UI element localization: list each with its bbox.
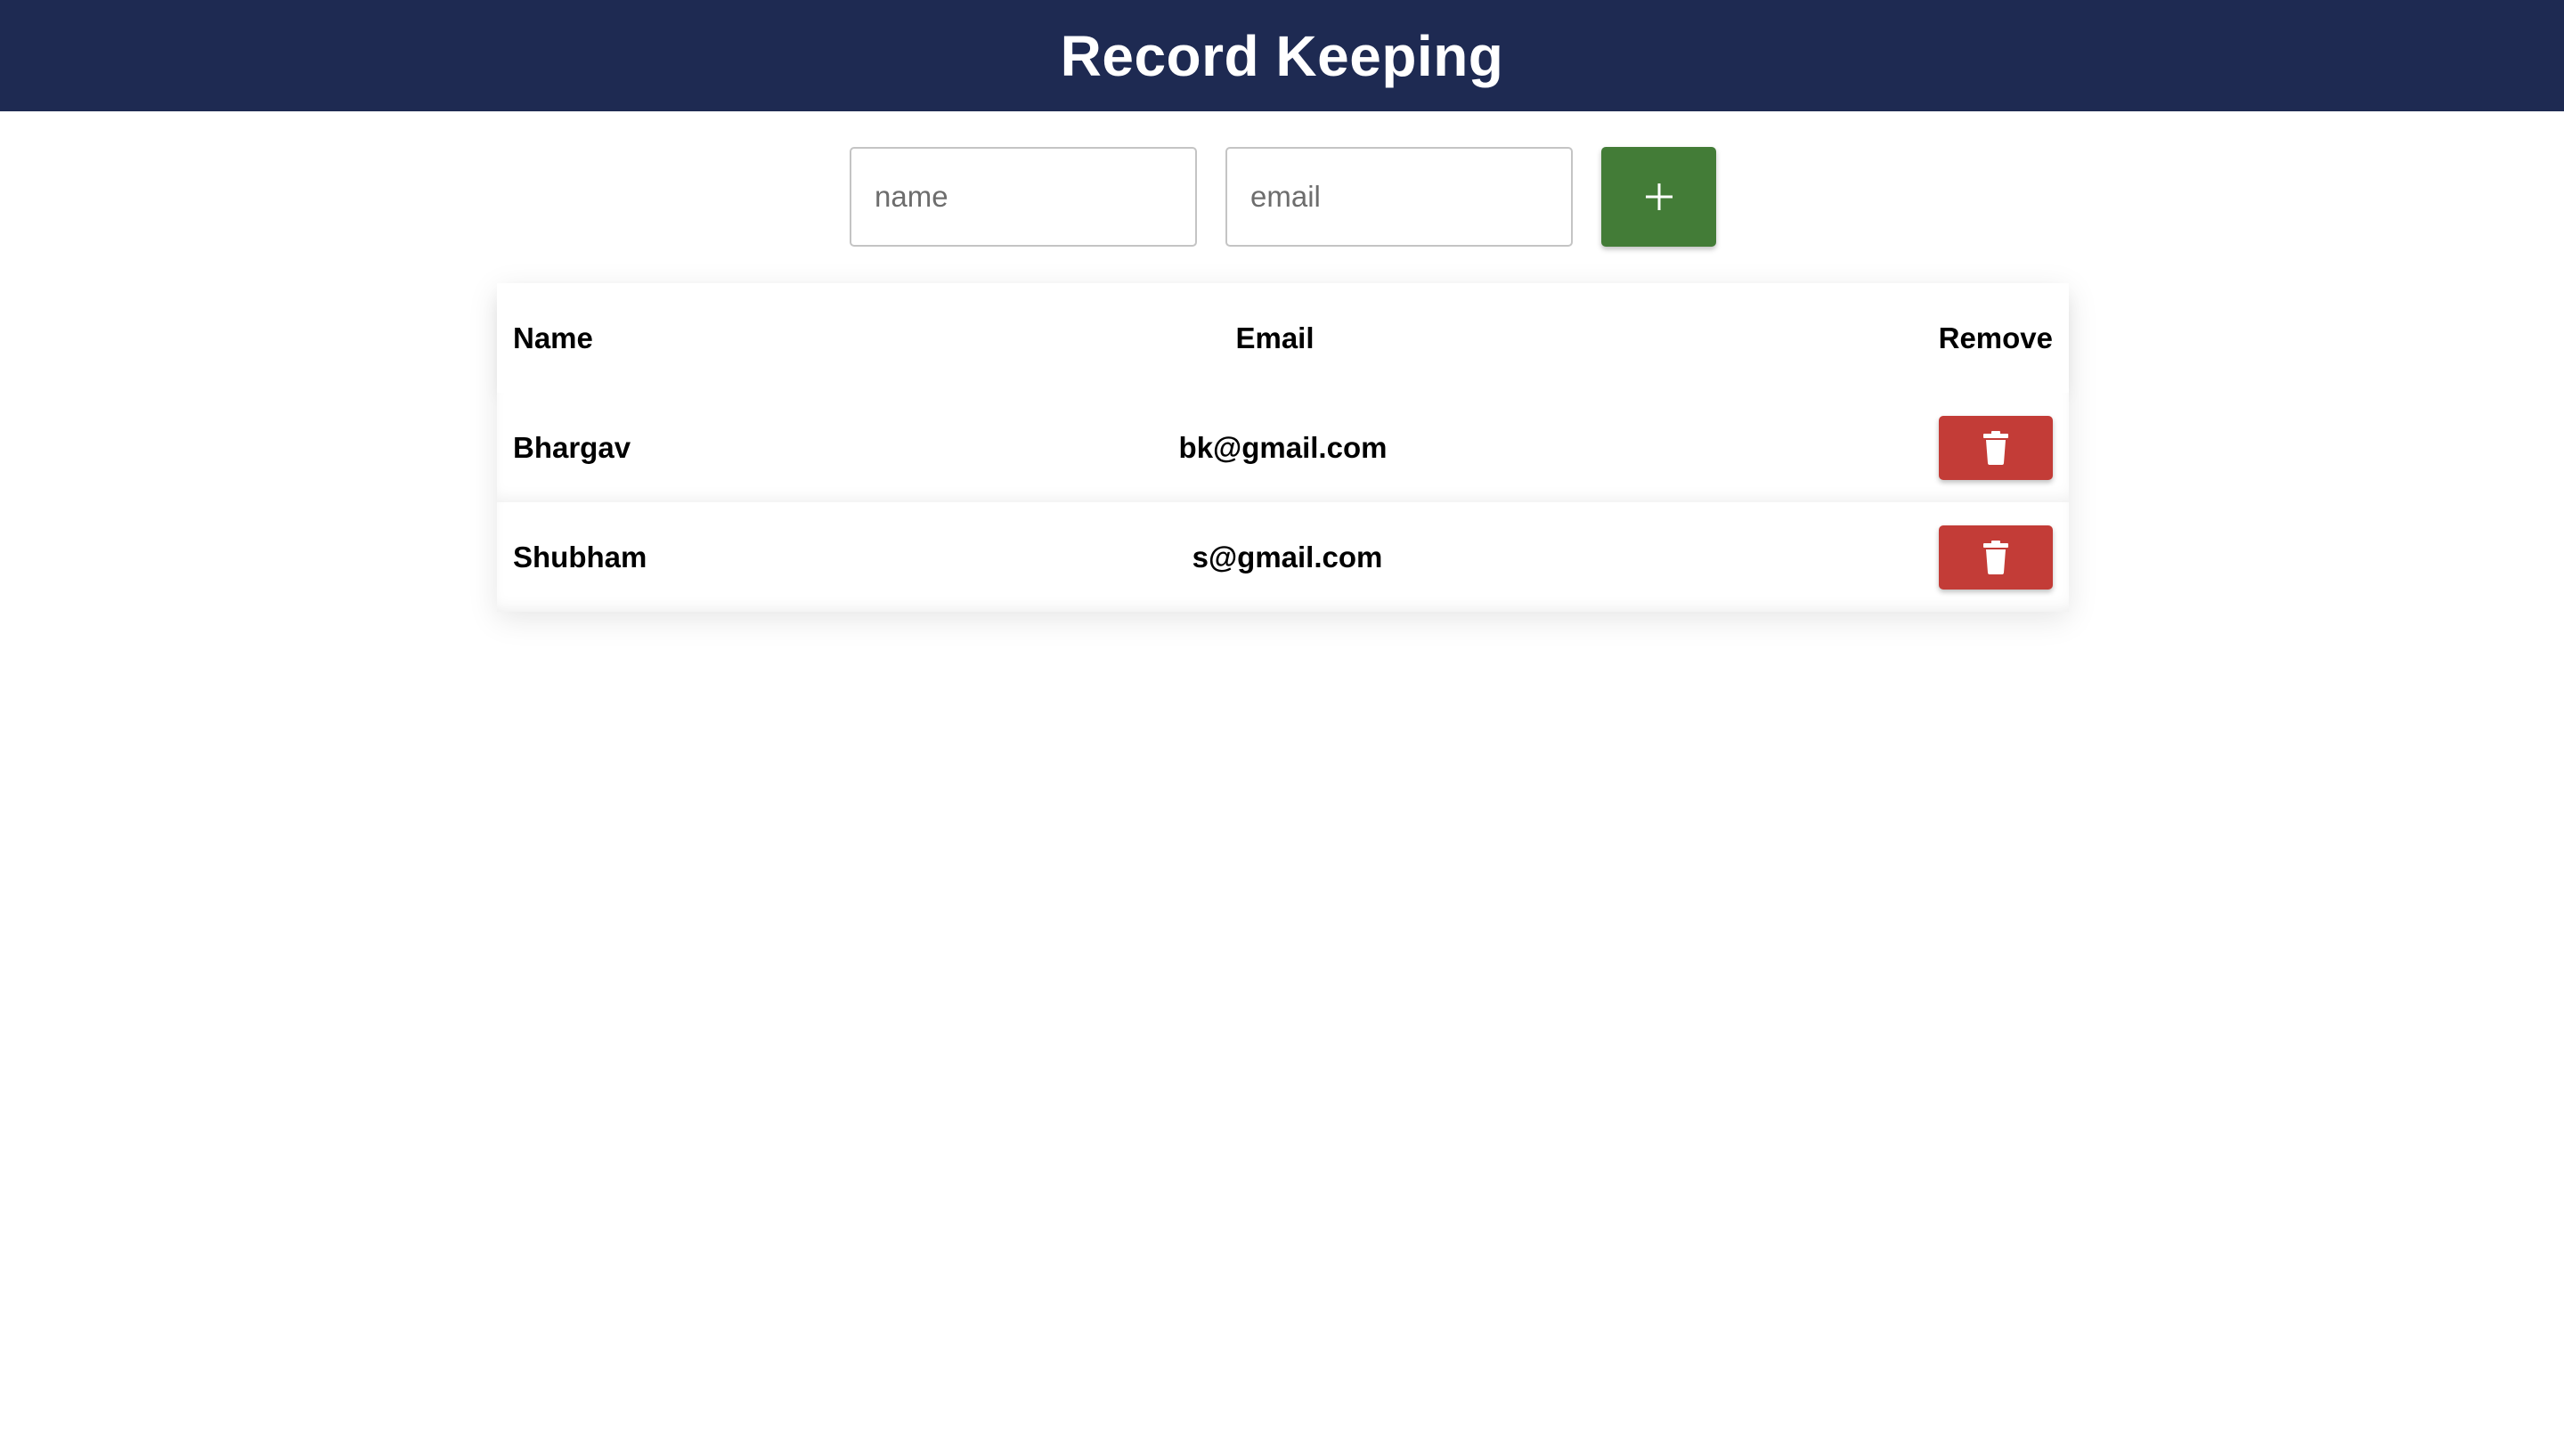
record-email: s@gmail.com — [1192, 540, 1383, 573]
column-header-remove: Remove — [1938, 321, 2053, 354]
records-table: Name Email Remove Bhargav bk@gmail.com S… — [497, 283, 2069, 612]
record-name: Bhargav — [513, 430, 631, 464]
record-name: Shubham — [513, 540, 647, 573]
plus-icon — [1644, 182, 1674, 212]
table-row: Shubham s@gmail.com — [497, 502, 2069, 612]
add-record-button[interactable] — [1601, 147, 1716, 247]
trash-icon — [1983, 430, 2008, 465]
app-header: Record Keeping — [0, 0, 2564, 111]
column-header-email: Email — [1235, 321, 1315, 354]
email-input[interactable] — [1225, 147, 1573, 247]
trash-icon — [1983, 540, 2008, 574]
page-title: Record Keeping — [1060, 23, 1504, 88]
name-input[interactable] — [850, 147, 1197, 247]
record-email: bk@gmail.com — [1178, 430, 1388, 464]
add-record-form — [850, 147, 1716, 247]
remove-record-button[interactable] — [1939, 415, 2053, 480]
table-header-row: Name Email Remove — [497, 283, 2069, 393]
column-header-name: Name — [513, 321, 593, 354]
table-row: Bhargav bk@gmail.com — [497, 393, 2069, 502]
remove-record-button[interactable] — [1939, 525, 2053, 590]
